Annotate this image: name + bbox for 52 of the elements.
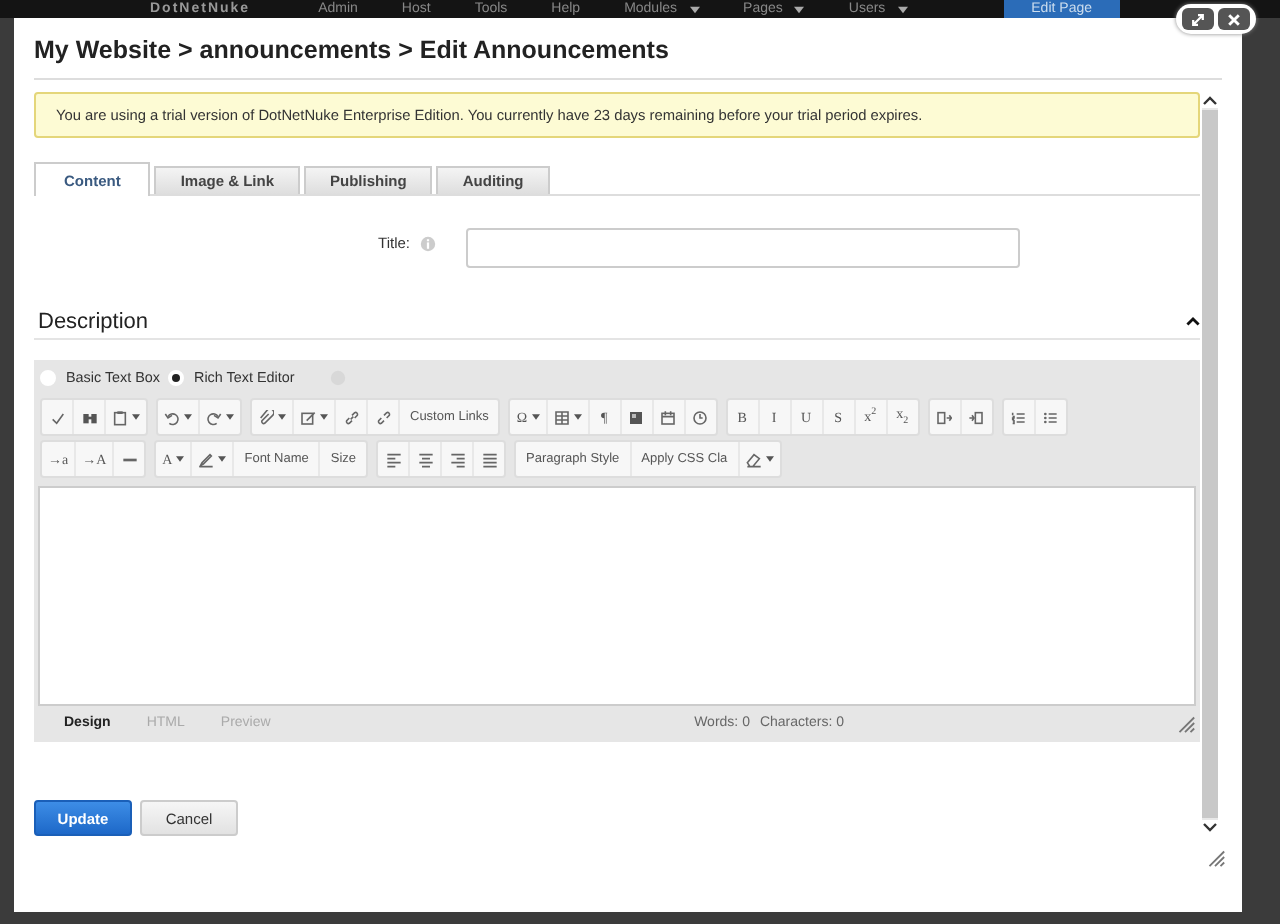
caret-icon: [184, 414, 192, 420]
clipboard-icon: [112, 409, 128, 425]
section-heading: Description: [38, 309, 149, 334]
bullet-list-icon: [1042, 409, 1059, 425]
caret-icon: [278, 414, 286, 420]
numbered-list-icon: [1010, 409, 1027, 425]
image-icon: [628, 409, 645, 425]
scroll-up-icon: [1202, 92, 1218, 108]
radio-button[interactable]: [40, 369, 56, 385]
align-center-icon: [417, 451, 434, 467]
caret-icon: [218, 456, 227, 462]
eraser-icon: [745, 451, 762, 467]
caret-icon: [176, 456, 185, 462]
calendar-icon: [660, 409, 677, 425]
pen-icon: [198, 451, 215, 467]
align-left-icon: [385, 451, 402, 467]
undo-icon: [164, 409, 180, 425]
maximize-button[interactable]: [1182, 8, 1214, 30]
justify-icon: [481, 451, 498, 467]
indent-icon: [968, 409, 985, 425]
caret-icon: [794, 5, 805, 13]
checkmark-icon: [49, 409, 65, 425]
caret-icon: [320, 414, 328, 420]
caret-icon: [573, 414, 582, 420]
close-button[interactable]: [1218, 8, 1250, 30]
title-input[interactable]: [466, 227, 1020, 268]
caret-icon: [132, 414, 140, 420]
redo-icon: [206, 409, 222, 425]
caret-icon: [897, 5, 908, 13]
table-icon: [553, 409, 570, 425]
broken-link-icon: [375, 409, 391, 425]
caret-icon: [765, 456, 774, 462]
info-icon: [420, 235, 436, 252]
binoculars-icon: [81, 409, 97, 425]
caret-icon: [689, 5, 700, 13]
resize-grip-icon: [1174, 711, 1196, 733]
resize-grip-icon: [1204, 846, 1226, 868]
align-right-icon: [449, 451, 466, 467]
collapse-button[interactable]: [1186, 316, 1200, 327]
chevron-up-icon: [1186, 316, 1200, 327]
pencil-square-icon: [300, 409, 316, 425]
link-icon: [343, 409, 359, 425]
clock-icon: [692, 409, 709, 425]
dialog-title: My Website > announcements > Edit Announcements: [34, 34, 669, 66]
close-icon: [1226, 11, 1242, 27]
caret-icon: [531, 414, 540, 420]
radio-button[interactable]: [168, 369, 185, 385]
caret-icon: [226, 414, 234, 420]
outdent-icon: [936, 409, 953, 425]
paperclip-icon: [258, 409, 274, 425]
scroll-down-icon: [1202, 820, 1218, 836]
expand-icon: [1190, 11, 1206, 27]
